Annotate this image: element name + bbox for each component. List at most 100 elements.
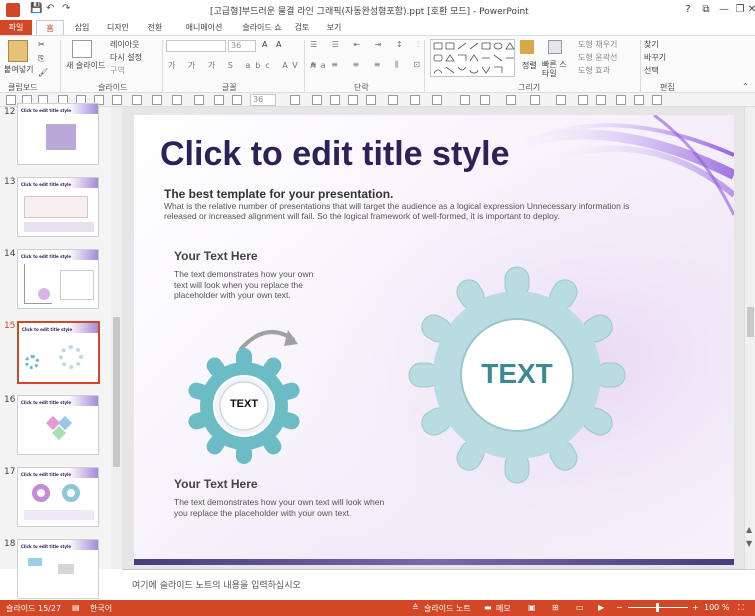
- down-arrow-icon[interactable]: [634, 95, 644, 105]
- fit-slide-icon[interactable]: ⛶: [738, 603, 744, 613]
- slide-thumbnail-13[interactable]: Click to edit title style: [17, 177, 99, 237]
- dash-icon[interactable]: [506, 95, 516, 105]
- zoom-level[interactable]: 100 %: [704, 603, 729, 612]
- tab-home[interactable]: 홈: [36, 20, 64, 35]
- align-icons[interactable]: ≡ ≡ ≡ ≡ ⫼ ⊡: [310, 60, 426, 70]
- slide-thumbnail-17[interactable]: Click to edit title style: [17, 467, 99, 527]
- text-block-1-heading[interactable]: Your Text Here: [174, 249, 258, 263]
- font-name-box[interactable]: [166, 40, 226, 52]
- scrollbar-thumb[interactable]: [113, 317, 120, 467]
- redo-icon[interactable]: ↷: [62, 3, 74, 15]
- tab-file[interactable]: 파일: [0, 20, 32, 35]
- color-wheel-icon[interactable]: [232, 95, 242, 105]
- line-style-icon[interactable]: [480, 95, 490, 105]
- comments-icon[interactable]: ▬: [484, 603, 492, 612]
- grow-font-icon[interactable]: A: [262, 40, 267, 49]
- rotate-icon[interactable]: [194, 95, 204, 105]
- slide-canvas[interactable]: Click to edit title style The best templ…: [134, 115, 734, 565]
- tab-review[interactable]: 검토: [290, 20, 314, 35]
- textbox-icon[interactable]: [112, 95, 122, 105]
- normal-view-icon[interactable]: ▣: [528, 603, 536, 612]
- notes-pane[interactable]: 여기에 슬라이드 노트의 내용을 입력하십시오: [122, 569, 755, 599]
- prev-slide-icon[interactable]: ▲: [746, 525, 752, 534]
- format-painter-icon[interactable]: 🖌: [38, 68, 48, 77]
- frame-icon[interactable]: [432, 95, 442, 105]
- powerpoint-app-icon[interactable]: [6, 3, 20, 17]
- slide-title[interactable]: Click to edit title style: [160, 135, 510, 174]
- reset-button[interactable]: 다시 설정: [110, 52, 142, 63]
- tab-design[interactable]: 디자인: [100, 20, 136, 35]
- slide-scrollbar[interactable]: ▲ ▼: [744, 107, 755, 569]
- callout-icon[interactable]: [596, 95, 606, 105]
- shape-gallery[interactable]: [430, 39, 515, 77]
- table-icon[interactable]: [132, 95, 142, 105]
- slide-thumbnail-14[interactable]: Click to edit title style: [17, 249, 99, 309]
- slideshow-icon[interactable]: ▶: [598, 603, 604, 612]
- text-block-2-body[interactable]: The text demonstrates how your own text …: [174, 497, 394, 518]
- cut-icon[interactable]: ✂: [38, 40, 45, 49]
- section-button[interactable]: 구역: [110, 65, 125, 76]
- text-block-2-heading[interactable]: Your Text Here: [174, 477, 258, 491]
- text-block-1-body[interactable]: The text demonstrates how your own text …: [174, 269, 314, 301]
- rect-icon[interactable]: [578, 95, 588, 105]
- thumbnail-scrollbar[interactable]: [111, 107, 122, 569]
- line-icon[interactable]: [388, 95, 398, 105]
- tab-animations[interactable]: 애니메이션: [176, 20, 232, 35]
- fill-icon[interactable]: [214, 95, 224, 105]
- slide-thumbnail-16[interactable]: Click to edit title style: [17, 395, 99, 455]
- distribute-icon[interactable]: [348, 95, 358, 105]
- chart-icon[interactable]: [172, 95, 182, 105]
- slide-subtitle[interactable]: The best template for your presentation.: [164, 187, 393, 201]
- copy-icon[interactable]: ⎘: [38, 54, 44, 64]
- slide-thumbnail-18[interactable]: Click to edit title style: [17, 539, 99, 599]
- close-button[interactable]: ✕: [744, 2, 755, 18]
- undo-icon[interactable]: ↶: [46, 3, 58, 15]
- large-gear-label[interactable]: TEXT: [469, 358, 565, 390]
- ribbon-display-button[interactable]: ⧉: [698, 2, 714, 18]
- new-slide-button[interactable]: 새 슬라이드: [66, 60, 105, 71]
- slide-thumbnail-15-selected[interactable]: Click to edit title style: [17, 321, 100, 384]
- tab-insert[interactable]: 삽입: [68, 20, 96, 35]
- save-icon[interactable]: [6, 95, 16, 105]
- slide-body-text[interactable]: What is the relative number of presentat…: [164, 201, 664, 221]
- zoom-in-icon[interactable]: +: [692, 603, 699, 612]
- rounded-rect-icon[interactable]: [616, 95, 626, 105]
- next-slide-icon[interactable]: ▼: [746, 539, 752, 548]
- circle-icon[interactable]: [556, 95, 566, 105]
- tab-slideshow[interactable]: 슬라이드 쇼: [236, 20, 288, 35]
- notes-placeholder[interactable]: 여기에 슬라이드 노트의 내용을 입력하십시오: [132, 578, 301, 591]
- notes-toggle-button[interactable]: 슬라이드 노트: [424, 603, 471, 614]
- grid-icon[interactable]: [152, 95, 162, 105]
- help-button[interactable]: ?: [680, 2, 696, 18]
- notes-toggle-icon[interactable]: ≙: [412, 603, 419, 612]
- align-icon[interactable]: [290, 95, 300, 105]
- tab-transitions[interactable]: 전환: [140, 20, 170, 35]
- spellcheck-icon[interactable]: ▤: [72, 603, 80, 612]
- tab-view[interactable]: 보기: [322, 20, 346, 35]
- quick-styles-button[interactable]: 빠른 스타일: [542, 60, 572, 78]
- arrow-icon[interactable]: [410, 95, 420, 105]
- pen-icon[interactable]: [460, 95, 470, 105]
- reading-view-icon[interactable]: ▭: [576, 603, 584, 612]
- replace-button[interactable]: 바꾸기: [644, 52, 666, 63]
- layout-button[interactable]: 레이아웃: [110, 39, 139, 50]
- toolbar-font-size[interactable]: 36: [250, 94, 276, 106]
- effects-icon[interactable]: [530, 95, 540, 105]
- find-button[interactable]: 찾기: [644, 39, 659, 50]
- minimize-button[interactable]: —: [716, 2, 732, 18]
- save-icon[interactable]: 💾: [30, 3, 42, 15]
- paste-icon[interactable]: [8, 40, 28, 62]
- zoom-out-icon[interactable]: −: [616, 603, 623, 612]
- list-icons[interactable]: ☰ ☰ ⇤ ⇥ ↕ ⫶: [310, 40, 425, 50]
- arrange-icon[interactable]: [520, 40, 534, 54]
- font-size-box[interactable]: 36: [228, 40, 256, 52]
- grow-icon[interactable]: [312, 95, 322, 105]
- crop-icon[interactable]: [366, 95, 376, 105]
- shrink-font-icon[interactable]: A: [276, 40, 281, 49]
- quick-styles-icon[interactable]: [548, 40, 562, 54]
- paste-button[interactable]: 붙여넣기: [4, 64, 33, 75]
- arrange-button[interactable]: 정렬: [522, 60, 537, 71]
- select-button[interactable]: 선택: [644, 65, 659, 76]
- scrollbar-thumb[interactable]: [747, 307, 754, 337]
- slide-thumbnail-12[interactable]: Click to edit title style: [17, 103, 99, 165]
